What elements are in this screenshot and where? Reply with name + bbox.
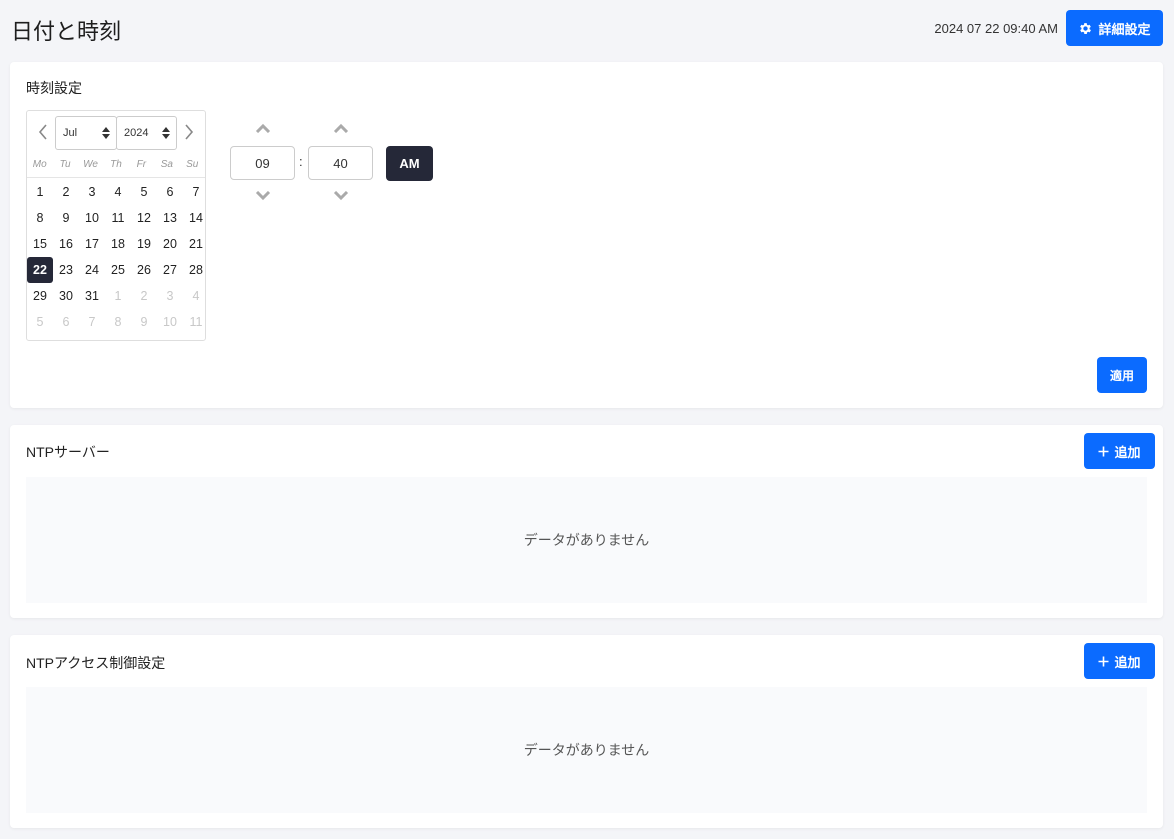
gear-icon bbox=[1080, 22, 1092, 34]
ntp-access-card: NTPアクセス制御設定 追加 データがありません bbox=[10, 635, 1163, 828]
calendar-day[interactable]: 25 bbox=[105, 257, 131, 283]
calendar-day[interactable]: 8 bbox=[27, 205, 53, 231]
year-select[interactable]: 2024 bbox=[116, 116, 177, 150]
calendar-day[interactable]: 2 bbox=[53, 179, 79, 205]
next-month-button[interactable] bbox=[182, 121, 196, 143]
calendar-day[interactable]: 23 bbox=[53, 257, 79, 283]
ntp-access-empty-state: データがありません bbox=[26, 687, 1147, 813]
calendar-day[interactable]: 6 bbox=[157, 179, 183, 205]
calendar-day-selected[interactable]: 22 bbox=[27, 257, 53, 283]
empty-message: データがありません bbox=[523, 532, 650, 548]
weekday-label: Mo bbox=[32, 158, 47, 170]
weekday-label: Tu bbox=[59, 158, 71, 170]
hour-decrement-button[interactable] bbox=[255, 191, 271, 201]
weekday-label: We bbox=[83, 158, 98, 170]
calendar-header: Jul 2024 bbox=[27, 111, 205, 151]
ntp-server-card: NTPサーバー 追加 データがありません bbox=[10, 425, 1163, 618]
calendar-day[interactable]: 10 bbox=[79, 205, 105, 231]
hour-input[interactable]: 09 bbox=[230, 146, 295, 180]
page-title: 日付と時刻 bbox=[11, 19, 122, 44]
ampm-toggle-button[interactable]: AM bbox=[386, 146, 433, 181]
calendar-day[interactable]: 28 bbox=[183, 257, 209, 283]
calendar-day[interactable]: 24 bbox=[79, 257, 105, 283]
calendar-day[interactable]: 21 bbox=[183, 231, 209, 257]
calendar-day[interactable]: 11 bbox=[183, 309, 209, 335]
minute-decrement-button[interactable] bbox=[333, 191, 349, 201]
ntp-server-empty-state: データがありません bbox=[26, 477, 1147, 603]
weekday-label: Th bbox=[110, 158, 122, 170]
calendar-day[interactable]: 31 bbox=[79, 283, 105, 309]
apply-button[interactable]: 適用 bbox=[1097, 357, 1147, 393]
calendar-day[interactable]: 7 bbox=[183, 179, 209, 205]
chevron-left-icon bbox=[38, 124, 47, 140]
calendar: Jul 2024 Mo Tu We Th Fr Sa Su 1 2 3 4 5 6 7 8 9 10 11 12 1… bbox=[26, 110, 206, 341]
weekday-row: Mo Tu We Th Fr Sa Su bbox=[27, 151, 205, 178]
hour-increment-button[interactable] bbox=[255, 123, 271, 133]
calendar-day[interactable]: 6 bbox=[53, 309, 79, 335]
time-settings-card: 時刻設定 Jul 2024 Mo Tu We Th Fr Sa Su 1 2 3… bbox=[10, 62, 1163, 408]
add-label: 追加 bbox=[1114, 444, 1141, 460]
plus-icon bbox=[1098, 656, 1109, 666]
current-datetime: 2024 07 22 09:40 AM bbox=[934, 20, 1058, 36]
calendar-day[interactable]: 13 bbox=[157, 205, 183, 231]
calendar-day[interactable]: 11 bbox=[105, 205, 131, 231]
add-ntp-server-button[interactable]: 追加 bbox=[1084, 433, 1155, 469]
calendar-day[interactable]: 4 bbox=[105, 179, 131, 205]
calendar-day[interactable]: 10 bbox=[157, 309, 183, 335]
calendar-day[interactable]: 14 bbox=[183, 205, 209, 231]
calendar-day[interactable]: 9 bbox=[53, 205, 79, 231]
time-separator: : bbox=[299, 154, 303, 169]
calendar-day[interactable]: 8 bbox=[105, 309, 131, 335]
day-grid: 1 2 3 4 5 6 7 8 9 10 11 12 13 14 15 16 17 18 19 20 21 22 23 24 2… bbox=[27, 178, 209, 335]
calendar-day[interactable]: 17 bbox=[79, 231, 105, 257]
calendar-day[interactable]: 12 bbox=[131, 205, 157, 231]
chevron-right-icon bbox=[185, 124, 194, 140]
select-arrows-icon bbox=[162, 127, 170, 139]
advanced-settings-button[interactable]: 詳細設定 bbox=[1066, 10, 1163, 46]
calendar-day[interactable]: 29 bbox=[27, 283, 53, 309]
calendar-day[interactable]: 18 bbox=[105, 231, 131, 257]
weekday-label: Su bbox=[186, 158, 199, 170]
calendar-day[interactable]: 2 bbox=[131, 283, 157, 309]
prev-month-button[interactable] bbox=[36, 121, 50, 143]
year-value: 2024 bbox=[124, 127, 149, 139]
select-arrows-icon bbox=[102, 127, 110, 139]
calendar-day[interactable]: 1 bbox=[27, 179, 53, 205]
ntp-access-title: NTPアクセス制御設定 bbox=[26, 655, 166, 671]
weekday-label: Sa bbox=[160, 158, 173, 170]
weekday-label: Fr bbox=[136, 158, 147, 170]
plus-icon bbox=[1098, 446, 1109, 456]
calendar-day[interactable]: 3 bbox=[79, 179, 105, 205]
calendar-day[interactable]: 30 bbox=[53, 283, 79, 309]
calendar-day[interactable]: 16 bbox=[53, 231, 79, 257]
calendar-day[interactable]: 5 bbox=[131, 179, 157, 205]
calendar-day[interactable]: 1 bbox=[105, 283, 131, 309]
calendar-day[interactable]: 20 bbox=[157, 231, 183, 257]
calendar-day[interactable]: 7 bbox=[79, 309, 105, 335]
add-label: 追加 bbox=[1114, 654, 1141, 670]
time-settings-title: 時刻設定 bbox=[26, 80, 82, 96]
minute-input[interactable]: 40 bbox=[308, 146, 373, 180]
ntp-server-title: NTPサーバー bbox=[26, 444, 110, 460]
empty-message: データがありません bbox=[523, 742, 650, 758]
calendar-day[interactable]: 27 bbox=[157, 257, 183, 283]
calendar-day[interactable]: 9 bbox=[131, 309, 157, 335]
calendar-day[interactable]: 19 bbox=[131, 231, 157, 257]
calendar-day[interactable]: 5 bbox=[27, 309, 53, 335]
add-ntp-access-button[interactable]: 追加 bbox=[1084, 643, 1155, 679]
calendar-day[interactable]: 26 bbox=[131, 257, 157, 283]
calendar-day[interactable]: 3 bbox=[157, 283, 183, 309]
header-right: 2024 07 22 09:40 AM 詳細設定 bbox=[934, 10, 1163, 46]
minute-increment-button[interactable] bbox=[333, 123, 349, 133]
calendar-day[interactable]: 15 bbox=[27, 231, 53, 257]
advanced-settings-label: 詳細設定 bbox=[1098, 21, 1151, 37]
month-select[interactable]: Jul bbox=[55, 116, 117, 150]
calendar-day[interactable]: 4 bbox=[183, 283, 209, 309]
month-value: Jul bbox=[63, 127, 78, 139]
